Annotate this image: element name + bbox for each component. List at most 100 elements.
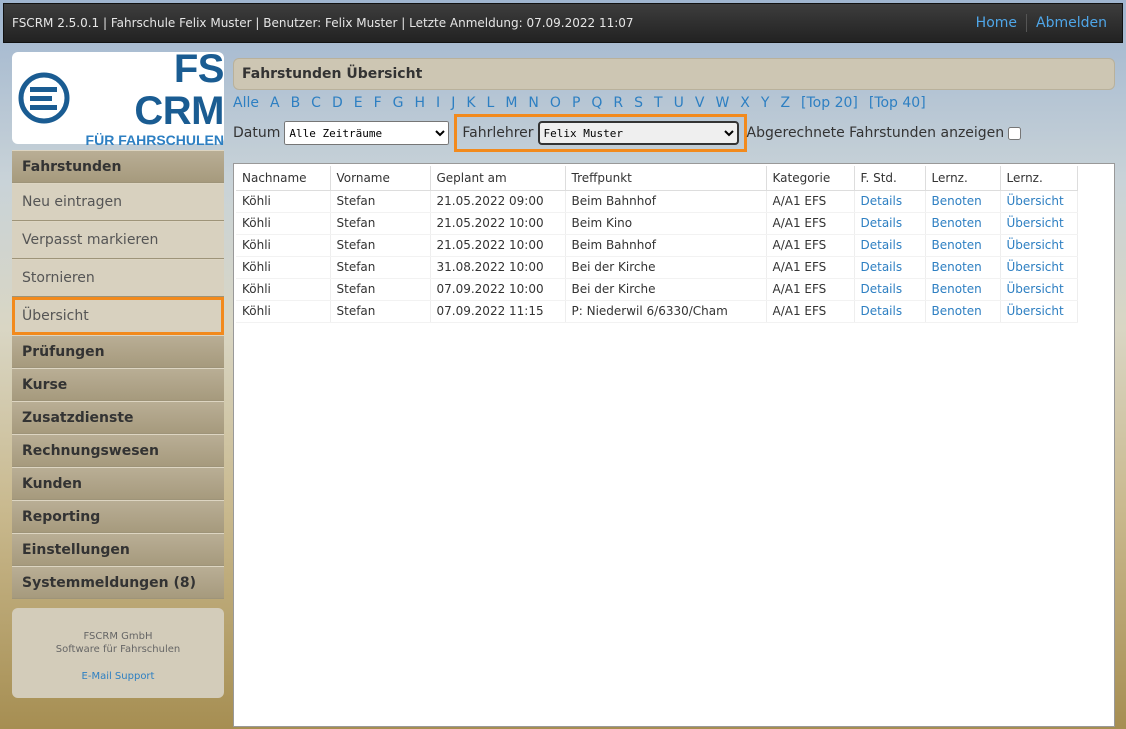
alpha-link[interactable]: Alle (233, 95, 259, 115)
nav-stornieren[interactable]: Stornieren (12, 259, 224, 297)
lessons-table-container: Nachname Vorname Geplant am Treffpunkt Kateg… (233, 163, 1115, 727)
nav-fahrstunden[interactable]: Fahrstunden (12, 150, 224, 183)
details-link[interactable]: Details (854, 256, 926, 279)
uebersicht-link[interactable]: Übersicht (1000, 256, 1078, 279)
nav-rechnungswesen[interactable]: Rechnungswesen (12, 434, 224, 467)
benoten-link[interactable]: Benoten (925, 234, 1001, 257)
uebersicht-link[interactable]: Übersicht (1000, 278, 1078, 301)
vorname-cell: Stefan (330, 190, 431, 213)
nav-neu-eintragen[interactable]: Neu eintragen (12, 183, 224, 221)
alpha-link[interactable]: M (505, 95, 517, 115)
nav-pruefungen[interactable]: Prüfungen (12, 335, 224, 368)
kategorie-cell: A/A1 EFS (766, 300, 855, 323)
column-header[interactable]: Nachname (236, 166, 331, 191)
datum-select[interactable]: Alle Zeiträume (284, 121, 450, 145)
nav-reporting[interactable]: Reporting (12, 500, 224, 533)
geplant-cell: 07.09.2022 11:15 (430, 300, 566, 323)
vorname-cell: Stefan (330, 212, 431, 235)
details-link[interactable]: Details (854, 278, 926, 301)
alpha-link[interactable]: L (487, 95, 495, 115)
benoten-link[interactable]: Benoten (925, 212, 1001, 235)
alpha-link[interactable]: N (528, 95, 538, 115)
alpha-link[interactable]: E (354, 95, 363, 115)
benoten-link[interactable]: Benoten (925, 300, 1001, 323)
table-row: Köhli Stefan 31.08.2022 10:00 Bei der Kirch… (236, 256, 1078, 279)
benoten-link[interactable]: Benoten (925, 256, 1001, 279)
column-header[interactable]: Treffpunkt (565, 166, 767, 191)
benoten-link[interactable]: Benoten (925, 190, 1001, 213)
alpha-link[interactable]: D (332, 95, 343, 115)
treffpunkt-cell: P: Niederwil 6/6330/Cham (565, 300, 767, 323)
alpha-link[interactable]: H (415, 95, 426, 115)
alpha-link[interactable]: J (451, 95, 455, 115)
alpha-link[interactable]: S (634, 95, 643, 115)
alpha-link[interactable]: C (311, 95, 321, 115)
vorname-cell: Stefan (330, 234, 431, 257)
fs-logo-icon (18, 72, 70, 124)
table-header-row: Nachname Vorname Geplant am Treffpunkt Kateg… (236, 166, 1078, 191)
column-header[interactable]: Geplant am (430, 166, 566, 191)
alpha-link[interactable]: Q (591, 95, 602, 115)
alpha-link[interactable]: O (550, 95, 561, 115)
benoten-link[interactable]: Benoten (925, 278, 1001, 301)
uebersicht-link[interactable]: Übersicht (1000, 234, 1078, 257)
email-support-link[interactable]: E-Mail Support (12, 670, 224, 683)
fahrlehrer-label: Fahrlehrer (462, 125, 534, 141)
treffpunkt-cell: Bei der Kirche (565, 256, 767, 279)
nav-kunden[interactable]: Kunden (12, 467, 224, 500)
alpha-link[interactable]: B (291, 95, 301, 115)
nav-zusatzdienste[interactable]: Zusatzdienste (12, 401, 224, 434)
details-link[interactable]: Details (854, 190, 926, 213)
alpha-link[interactable]: A (270, 95, 280, 115)
geplant-cell: 21.05.2022 10:00 (430, 212, 566, 235)
alpha-link[interactable]: R (613, 95, 623, 115)
column-header[interactable]: Kategorie (766, 166, 855, 191)
nachname-cell: Köhli (236, 190, 331, 213)
details-link[interactable]: Details (854, 300, 926, 323)
uebersicht-link[interactable]: Übersicht (1000, 212, 1078, 235)
nav-kurse[interactable]: Kurse (12, 368, 224, 401)
alpha-link[interactable]: [Top 40] (869, 95, 926, 115)
column-header[interactable]: F. Std. (854, 166, 926, 191)
vorname-cell: Stefan (330, 256, 431, 279)
page-title: Fahrstunden Übersicht (233, 58, 1115, 90)
nav-einstellungen[interactable]: Einstellungen (12, 533, 224, 566)
alpha-link[interactable]: Z (780, 95, 790, 115)
uebersicht-link[interactable]: Übersicht (1000, 300, 1078, 323)
uebersicht-link[interactable]: Übersicht (1000, 190, 1078, 213)
column-header[interactable]: Lernz. (925, 166, 1001, 191)
details-link[interactable]: Details (854, 212, 926, 235)
nav-systemmeldungen[interactable]: Systemmeldungen (8) (12, 566, 224, 599)
nachname-cell: Köhli (236, 212, 331, 235)
fahrlehrer-select[interactable]: Felix Muster (537, 121, 739, 145)
geplant-cell: 21.05.2022 10:00 (430, 234, 566, 257)
nav-verpasst-markieren[interactable]: Verpasst markieren (12, 221, 224, 259)
alpha-link[interactable]: G (393, 95, 404, 115)
alpha-link[interactable]: F (374, 95, 382, 115)
abgerechnet-checkbox[interactable] (1008, 126, 1022, 140)
alpha-link[interactable]: W (715, 95, 729, 115)
alpha-link[interactable]: K (466, 95, 475, 115)
details-link[interactable]: Details (854, 234, 926, 257)
alpha-link[interactable]: [Top 20] (801, 95, 858, 115)
column-header[interactable]: Lernz. (1000, 166, 1078, 191)
geplant-cell: 21.05.2022 09:00 (430, 190, 566, 213)
session-info: FSCRM 2.5.0.1 | Fahrschule Felix Muster … (12, 16, 634, 30)
alpha-link[interactable]: X (740, 95, 750, 115)
treffpunkt-cell: Beim Bahnhof (565, 190, 767, 213)
logo-title: FS CRM (134, 47, 224, 133)
treffpunkt-cell: Bei der Kirche (565, 278, 767, 301)
logout-link[interactable]: Abmelden (1027, 15, 1116, 31)
alpha-link[interactable]: U (674, 95, 684, 115)
home-link[interactable]: Home (967, 15, 1026, 31)
nav-uebersicht[interactable]: Übersicht (12, 297, 224, 335)
kategorie-cell: A/A1 EFS (766, 278, 855, 301)
alpha-link[interactable]: Y (761, 95, 770, 115)
column-header[interactable]: Vorname (330, 166, 431, 191)
alpha-link[interactable]: V (695, 95, 705, 115)
alpha-link[interactable]: I (436, 95, 440, 115)
company-tagline: Software für Fahrschulen (55, 644, 181, 655)
nachname-cell: Köhli (236, 234, 331, 257)
alpha-link[interactable]: P (572, 95, 580, 115)
alpha-link[interactable]: T (654, 95, 663, 115)
